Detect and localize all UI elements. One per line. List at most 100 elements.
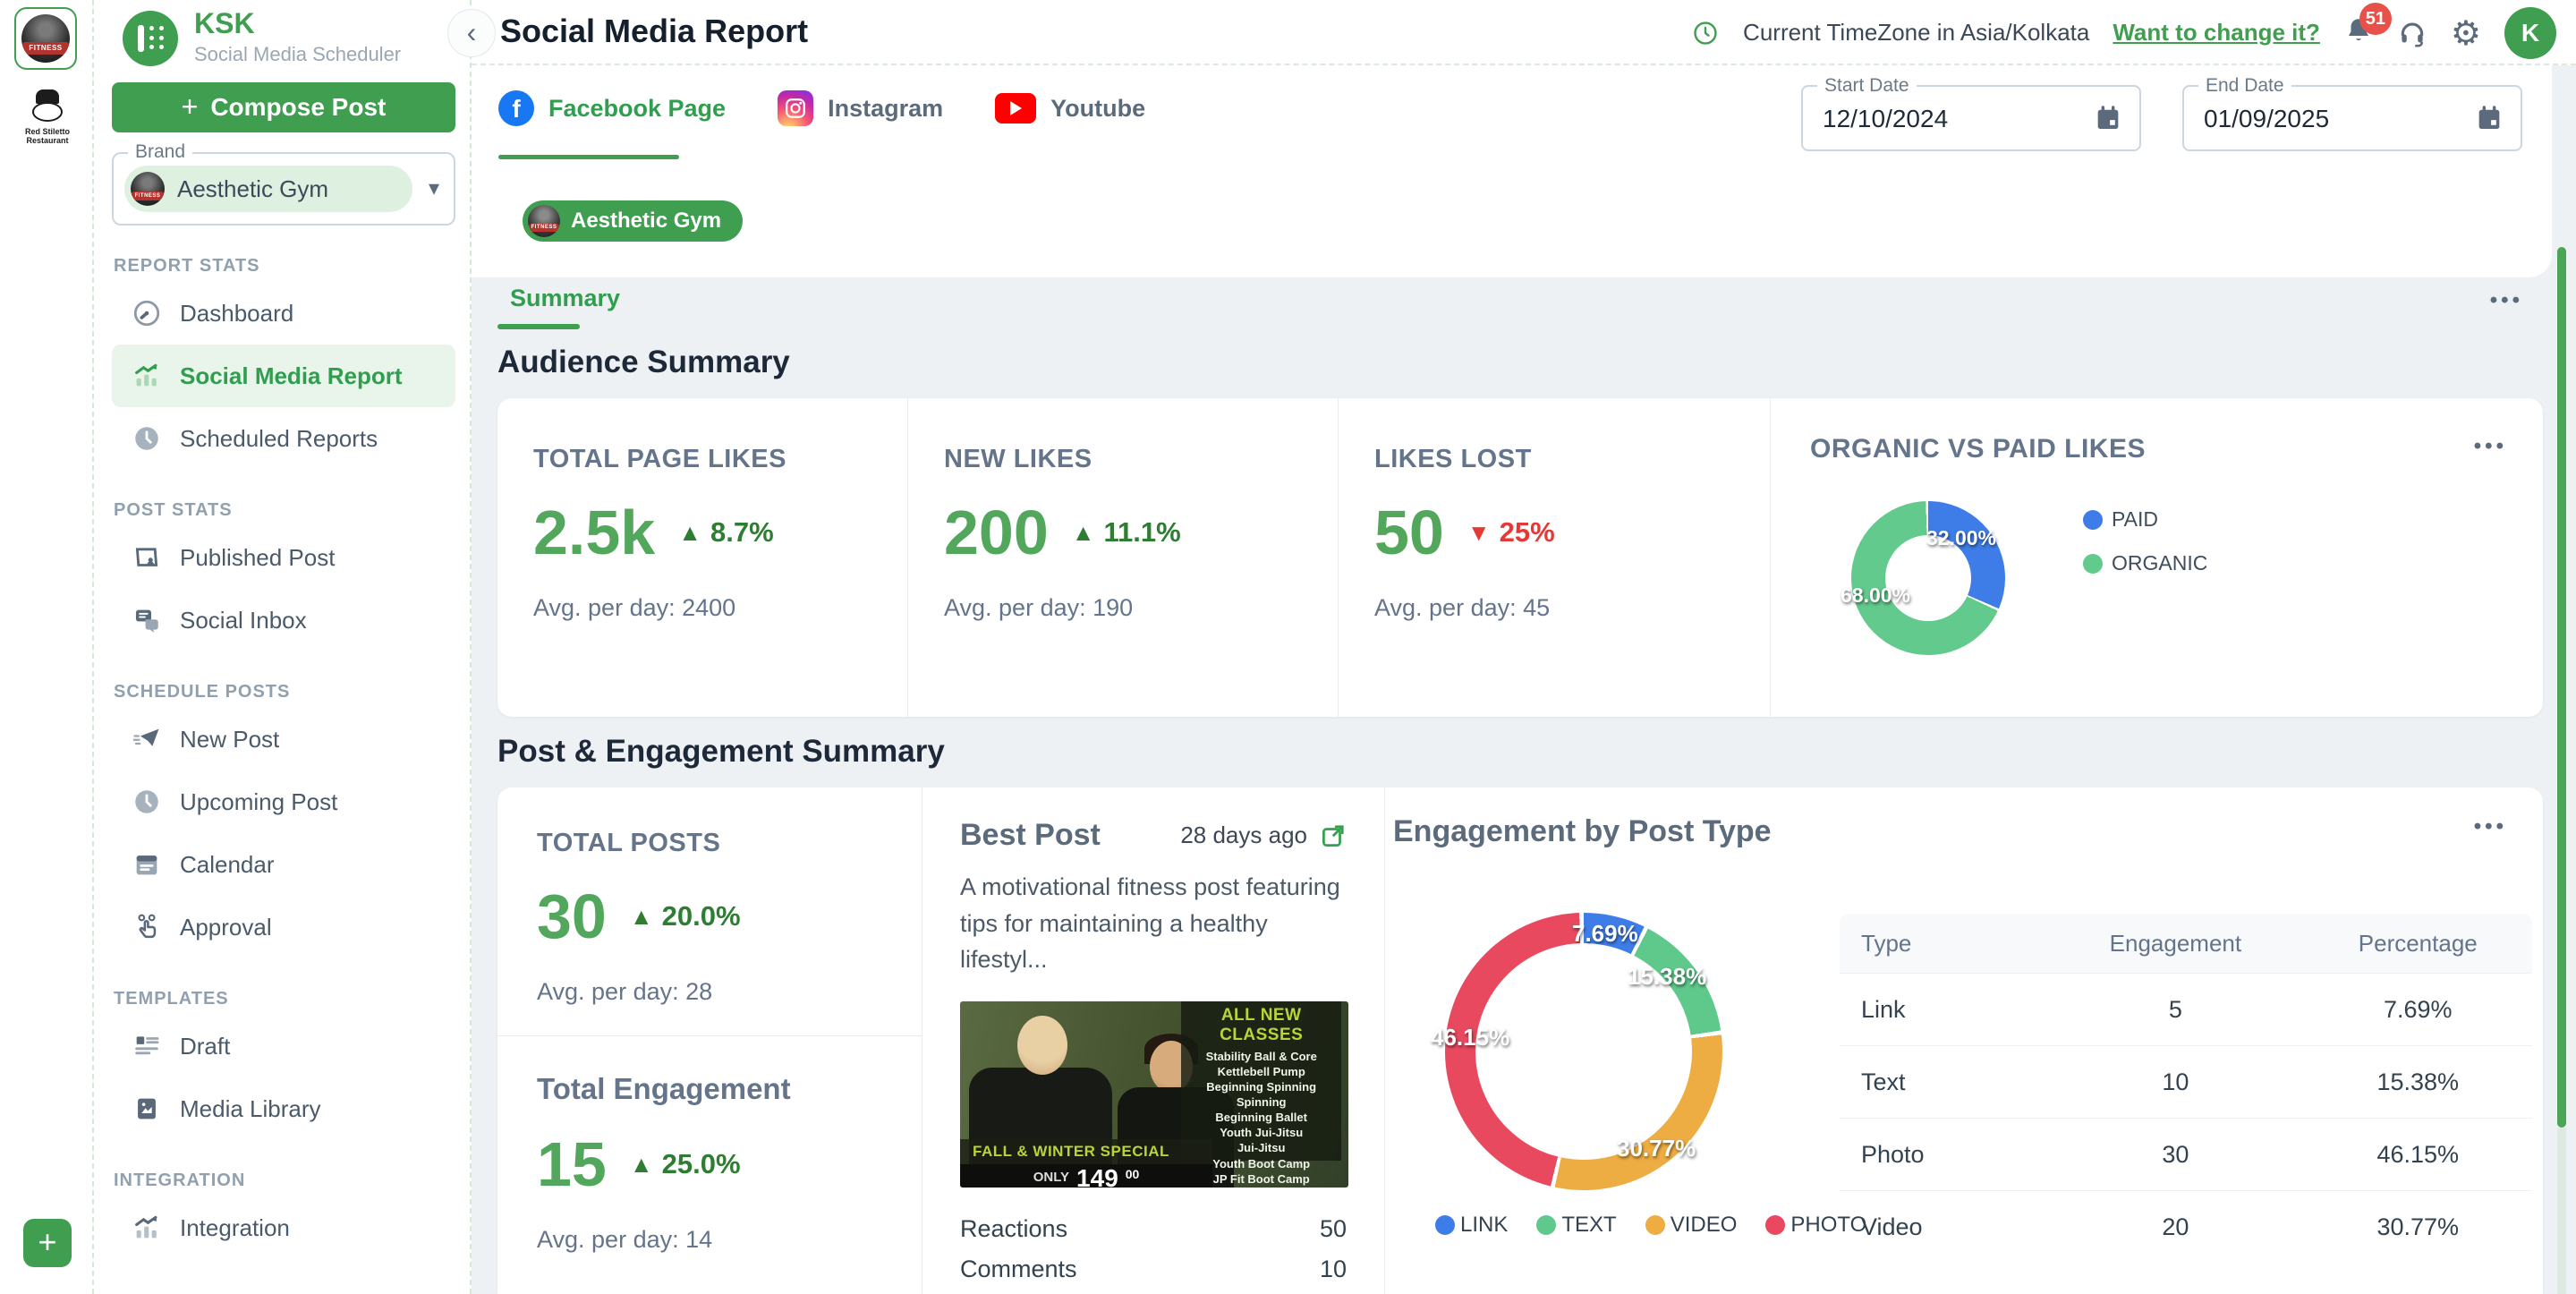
compose-post-button[interactable]: + Compose Post [112,82,455,132]
send-icon [132,728,159,746]
best-post-reactions-row: Reactions 50 [960,1214,1347,1242]
best-post-image-banner: FALL & WINTER SPECIAL [960,1138,1213,1164]
post-engagement-heading: Post & Engagement Summary [497,734,945,769]
tab-youtube[interactable]: Youtube [995,93,1145,123]
metric-value: 2.5k [533,498,656,567]
best-post-age: 28 days ago [1180,822,1307,848]
best-post-comments-row: Comments 10 [960,1255,1347,1282]
sidebar-item-published-post[interactable]: Published Post [94,526,470,589]
summary-menu-button[interactable]: ••• [2490,288,2523,313]
engagement-by-post-type-donut: 7.69% 15.38% 30.77% 46.15% [1431,913,1722,1190]
instagram-icon [778,90,814,126]
sidebar-item-scheduled-reports[interactable]: Scheduled Reports [94,407,470,470]
section-label-report-stats: REPORT STATS [114,256,260,276]
calendar-icon[interactable] [2474,103,2504,133]
app-tagline: Social Media Scheduler [194,43,402,65]
facebook-icon: f [498,90,534,126]
tab-summary[interactable]: Summary [510,285,620,312]
workspace-brand-restaurant[interactable]: Red Stiletto Restaurant [20,89,75,146]
up-triangle-icon: ▲ [629,902,653,930]
brand-select[interactable]: Brand FITNESS Aesthetic Gym ▾ [112,141,455,226]
organic-vs-paid-menu-button[interactable]: ••• [2474,434,2507,464]
settings-gear-icon[interactable]: ⚙ [2451,16,2481,50]
external-link-icon[interactable] [1320,822,1347,849]
up-triangle-icon: ▲ [629,1150,653,1178]
end-date-value: 01/09/2025 [2204,105,2330,132]
best-post-image-classes-panel: ALL NEW CLASSES Stability Ball & Core Ke… [1181,1000,1341,1186]
metric-total-page-likes: TOTAL PAGE LIKES 2.5k ▲ 8.7% Avg. per day… [497,398,908,717]
audience-summary-card: TOTAL PAGE LIKES 2.5k ▲ 8.7% Avg. per day… [497,398,2543,717]
sidebar-item-approval[interactable]: Approval [94,896,470,958]
scrollbar-thumb[interactable] [2557,247,2566,1128]
donut-label-video: 30.77% [1617,1135,1696,1162]
headset-icon[interactable] [2397,18,2427,48]
app-name: KSK [194,7,255,39]
start-date-field[interactable]: Start Date 12/10/2024 [1801,75,2141,151]
legend-dot-video [1645,1215,1665,1235]
summary-tab-underline [497,324,580,329]
post-engagement-card: TOTAL POSTS 30 ▲ 20.0% Avg. per day: 28 T… [497,787,2543,1294]
metric-value: 200 [944,498,1049,567]
sidebar-item-dashboard[interactable]: Dashboard [94,282,470,345]
sidebar-item-social-media-report[interactable]: Social Media Report [112,345,455,407]
active-tab-underline [498,155,679,159]
best-post-description: A motivational fitness post featuring ti… [960,873,1340,973]
sidebar-item-calendar[interactable]: Calendar [94,833,470,896]
legend-dot-link [1435,1215,1455,1235]
caret-down-icon: ▾ [428,176,439,200]
donut-label-photo: 46.15% [1431,1024,1510,1051]
timezone-change-link[interactable]: Want to change it? [2113,19,2320,47]
plus-icon: + [181,89,199,123]
up-triangle-icon: ▲ [678,518,701,546]
end-date-field[interactable]: End Date 01/09/2025 [2182,75,2522,151]
restaurant-logo [27,89,68,125]
collapse-sidebar-button[interactable]: ‹ [447,9,496,57]
workspace-brand-fitness[interactable]: FITNESS [14,7,77,70]
section-label-templates: TEMPLATES [114,989,229,1009]
sidebar-item-media-library[interactable]: Media Library [94,1077,470,1140]
brand-chip[interactable]: FITNESS Aesthetic Gym [523,200,744,242]
user-avatar[interactable]: K [2504,6,2556,59]
down-triangle-icon: ▼ [1467,518,1491,546]
youtube-icon [995,93,1037,123]
tab-instagram[interactable]: Instagram [778,90,943,126]
table-row: Link 5 7.69% [1840,973,2532,1045]
sidebar-item-upcoming-post[interactable]: Upcoming Post [94,770,470,833]
start-date-value: 12/10/2024 [1823,105,1949,132]
integration-chart-icon [135,1215,157,1239]
tab-facebook-page[interactable]: f Facebook Page [498,90,726,126]
sidebar-item-new-post[interactable]: New Post [94,708,470,770]
metric-value: 50 [1374,498,1444,567]
chevron-left-icon: ‹ [466,16,477,48]
legend-dot-paid [2083,509,2103,530]
table-row: Text 10 15.38% [1840,1045,2532,1118]
sidebar-item-draft[interactable]: Draft [94,1015,470,1077]
best-post-image-price: ONLY 149 00 [960,1163,1213,1188]
best-post-card: Best Post 28 days ago A motivational fit… [922,787,1385,1294]
workspace-rail: FITNESS Red Stiletto Restaurant + [0,0,94,1294]
approval-hand-icon [138,914,157,939]
section-label-integration: INTEGRATION [114,1171,246,1190]
metric-new-likes: NEW LIKES 200 ▲ 11.1% Avg. per day: 190 [908,398,1339,717]
calendar-icon[interactable] [2093,103,2123,133]
legend-dot-photo [1765,1215,1786,1235]
brand-select-value[interactable]: FITNESS Aesthetic Gym [124,166,412,212]
metric-total-engagement: Total Engagement 15 ▲ 25.0% Avg. per day:… [497,1035,922,1294]
organic-vs-paid-card: ORGANIC VS PAID LIKES ••• 32.00% 68.00% … [1771,398,2543,717]
up-triangle-icon: ▲ [1071,518,1095,546]
scrollbar-track [2557,1128,2566,1294]
best-post-title: Best Post [960,818,1101,852]
brand-avatar: FITNESS [131,172,165,206]
engagement-by-post-type-menu-button[interactable]: ••• [2474,814,2507,849]
image-icon [138,1098,156,1119]
sidebar-item-social-inbox[interactable]: Social Inbox [94,589,470,651]
chat-bubbles-icon [135,609,158,634]
sidebar-item-integration[interactable]: Integration [94,1196,470,1259]
notification-badge: 51 [2359,3,2392,35]
clock-icon [135,427,158,450]
table-row: Photo 30 46.15% [1840,1118,2532,1190]
add-workspace-button[interactable]: + [23,1219,72,1267]
report-chart-icon [135,363,157,387]
best-post-image[interactable]: ALL NEW CLASSES Stability Ball & Core Ke… [960,1000,1348,1188]
notifications-button[interactable]: 51 [2343,3,2392,50]
